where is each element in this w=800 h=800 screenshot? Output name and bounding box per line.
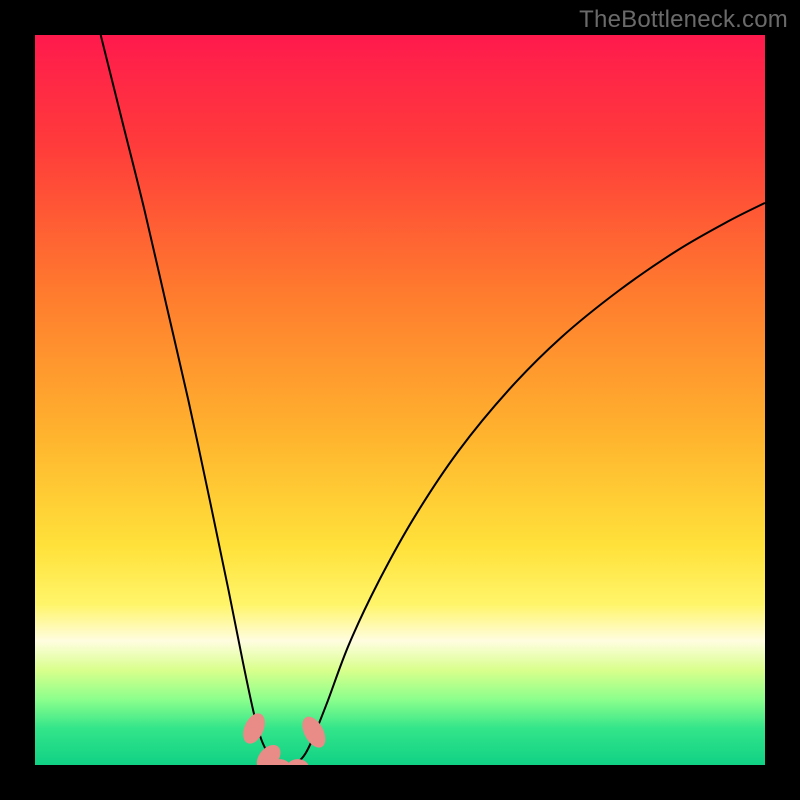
marker-right (298, 713, 331, 752)
markers-group (239, 710, 330, 765)
marker-bottom-right (287, 759, 309, 765)
plot-area (35, 35, 765, 765)
watermark-text: TheBottleneck.com (579, 6, 788, 34)
marker-left-upper (239, 710, 269, 747)
bottleneck-curve (101, 35, 765, 765)
curve-layer (35, 35, 765, 765)
chart-frame: TheBottleneck.com (0, 0, 800, 800)
